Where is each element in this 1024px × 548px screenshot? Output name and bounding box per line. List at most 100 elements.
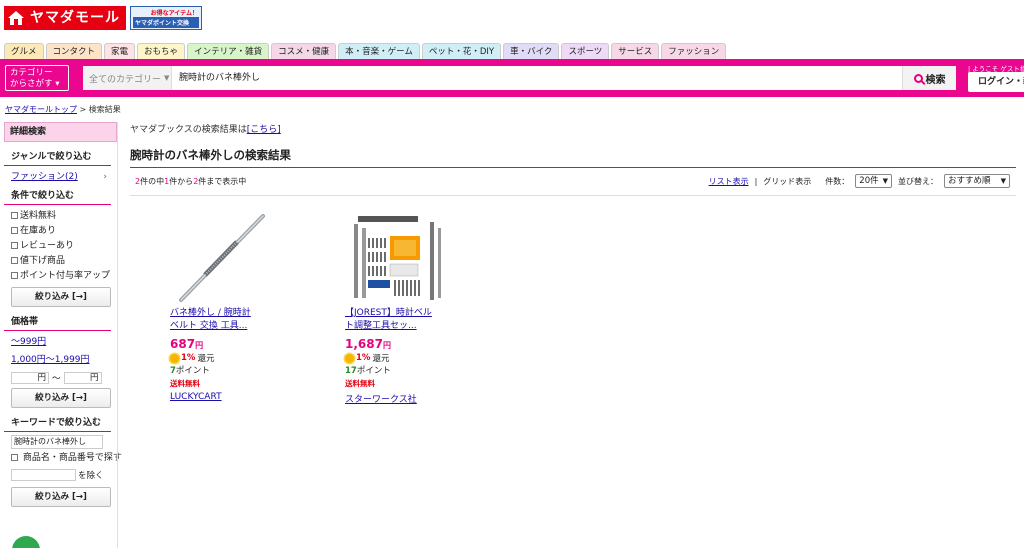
- count-text: 件の中: [140, 177, 165, 186]
- cashback-pct: 1%: [356, 353, 371, 363]
- grid-view-label[interactable]: グリッド表示: [763, 176, 811, 187]
- exclude-label: を除く: [78, 471, 104, 481]
- per-page-select[interactable]: 20件 ▼: [855, 174, 892, 188]
- site-logo[interactable]: ヤマダモール: [4, 6, 126, 30]
- chevron-down-icon: ▼: [882, 177, 888, 185]
- category-tab[interactable]: サービス: [611, 43, 660, 59]
- product-title-link[interactable]: 【JOREST】時計ベルト調整工具セッ...: [345, 307, 437, 333]
- price-tilde: ～: [52, 373, 61, 384]
- condition-label: レビューあり: [20, 241, 75, 251]
- login-button[interactable]: ログイン・新: [968, 72, 1024, 92]
- product-image-watch-tool-set[interactable]: [350, 214, 446, 304]
- checkbox[interactable]: [11, 242, 18, 249]
- sort-value: おすすめ順: [948, 176, 991, 186]
- search-button[interactable]: 検索: [902, 66, 956, 90]
- product-card[interactable]: 【JOREST】時計ベルト調整工具セッ... 1,687円 1% 還元 17ポイン…: [345, 214, 475, 405]
- shop-link[interactable]: スターワークス社: [345, 392, 475, 405]
- condition-option[interactable]: ポイント付与率アップ: [4, 269, 117, 284]
- category-select[interactable]: 全てのカテゴリー ▼: [83, 66, 172, 90]
- cashback-row: 1% 還元: [345, 352, 475, 364]
- price-max-input[interactable]: 円: [63, 371, 102, 384]
- chat-bubble-icon[interactable]: [12, 536, 40, 548]
- detail-search-header: 詳細検索: [4, 122, 117, 142]
- sort-select[interactable]: おすすめ順 ▼: [944, 174, 1010, 188]
- books-note: ヤマダブックスの検索結果は[こちら]: [130, 120, 1016, 140]
- points-label: ポイント: [175, 366, 210, 376]
- shop-link[interactable]: LUCKYCART: [170, 392, 300, 402]
- logo-text: ヤマダモール: [28, 6, 126, 30]
- price-value: 1,687: [345, 337, 383, 351]
- product-title-link[interactable]: バネ棒外し / 腕時計 ベルト 交換 工具...: [170, 307, 262, 333]
- category-tab[interactable]: インテリア・雑貨: [187, 43, 270, 59]
- price-range-link[interactable]: 1,000円～1,999円: [4, 353, 117, 368]
- chevron-down-icon: ▼: [1000, 177, 1006, 185]
- genre-section-title: ジャンルで絞り込む: [4, 148, 111, 166]
- genre-item-fashion[interactable]: ファッション(2) ›: [4, 170, 117, 185]
- point-exchange-banner[interactable]: お得なアイテム！ ヤマダポイント交換: [130, 6, 202, 30]
- category-tab[interactable]: スポーツ: [561, 43, 610, 59]
- category-tab[interactable]: コンタクト: [45, 43, 103, 59]
- house-logo-icon: [4, 6, 28, 30]
- category-tab[interactable]: おもちゃ: [137, 43, 186, 59]
- promo-line2: ヤマダポイント交換: [133, 17, 199, 28]
- price-min-input[interactable]: 円: [11, 371, 49, 384]
- checkbox[interactable]: [11, 212, 18, 219]
- checkbox[interactable]: [11, 257, 18, 264]
- per-page-label: 件数：: [825, 176, 850, 186]
- points-row: 17ポイント: [345, 364, 475, 376]
- category-tab[interactable]: グルメ: [4, 43, 44, 59]
- free-shipping-badge: 送料無料: [345, 379, 375, 388]
- search-bar: カテゴリー からさがす ▾ 全てのカテゴリー ▼ 腕時計のバネ棒外し 検索 | …: [0, 59, 1024, 97]
- list-view-link[interactable]: リスト表示: [709, 176, 749, 187]
- price-range-link[interactable]: ～999円: [4, 335, 117, 350]
- condition-label: ポイント付与率アップ: [20, 271, 111, 281]
- keyword-option-row[interactable]: 商品名・商品番号で探す: [4, 451, 122, 466]
- category-tab[interactable]: コスメ・健康: [271, 43, 337, 59]
- keyword-input[interactable]: 腕時計のバネ棒外し: [11, 435, 103, 449]
- count-text: 件まで表示中: [198, 177, 247, 186]
- price-section-title: 価格帯: [4, 313, 111, 331]
- category-browse-button[interactable]: カテゴリー からさがす ▾: [5, 65, 69, 91]
- point-sun-icon: [345, 353, 354, 363]
- books-link[interactable]: [こちら]: [247, 125, 281, 135]
- promo-line1: お得なアイテム！: [150, 10, 198, 17]
- checkbox[interactable]: [11, 454, 18, 461]
- refine-button-price[interactable]: 絞り込み [→]: [11, 388, 111, 408]
- refine-button-conditions[interactable]: 絞り込み [→]: [11, 287, 111, 307]
- search-input[interactable]: 腕時計のバネ棒外し: [172, 66, 903, 90]
- sidebar: 詳細検索 ジャンルで絞り込む ファッション(2) › 条件で絞り込む 送料無料在…: [4, 122, 122, 507]
- condition-option[interactable]: レビューあり: [4, 239, 117, 254]
- breadcrumb: ヤマダモールトップ > 検索結果: [5, 104, 121, 115]
- category-tab[interactable]: 車・バイク: [503, 43, 560, 59]
- point-sun-icon: [170, 353, 179, 363]
- category-tab[interactable]: 本・音楽・ゲーム: [338, 43, 420, 59]
- category-tab[interactable]: ファッション: [661, 43, 727, 59]
- price-range-list: ～999円 1,000円～1,999円: [4, 335, 117, 368]
- product-image-spring-bar-tool[interactable]: [175, 214, 271, 304]
- points-label: ポイント: [356, 366, 391, 376]
- condition-label: 在庫あり: [20, 226, 57, 236]
- view-separator: |: [754, 176, 758, 186]
- checkbox[interactable]: [11, 272, 18, 279]
- category-tab[interactable]: ペット・花・DIY: [421, 43, 502, 59]
- checkbox[interactable]: [11, 227, 18, 234]
- refine-button-keyword[interactable]: 絞り込み [→]: [11, 487, 111, 507]
- exclude-keyword-input[interactable]: [11, 469, 76, 481]
- category-tab[interactable]: 家電: [104, 43, 136, 59]
- breadcrumb-home-link[interactable]: ヤマダモールトップ: [5, 105, 77, 114]
- condition-section-title: 条件で絞り込む: [4, 187, 111, 205]
- breadcrumb-current: 検索結果: [88, 105, 121, 114]
- product-card[interactable]: バネ棒外し / 腕時計 ベルト 交換 工具... 687円 1% 還元 7ポイント…: [170, 214, 300, 402]
- keyword-section-title: キーワードで絞り込む: [4, 414, 111, 432]
- result-toolbar: 2件の中1件から2件まで表示中 リスト表示 | グリッド表示 件数： 20件 ▼ …: [130, 168, 1016, 196]
- condition-option[interactable]: 送料無料: [4, 209, 117, 224]
- condition-option[interactable]: 値下げ商品: [4, 254, 117, 269]
- price-value: 687: [170, 337, 196, 351]
- points-value: 17: [345, 366, 357, 376]
- keyword-option-label: 商品名・商品番号で探す: [22, 453, 122, 463]
- points-row: 7ポイント: [170, 364, 300, 376]
- search-button-label: 検索: [925, 74, 946, 86]
- condition-option[interactable]: 在庫あり: [4, 224, 117, 239]
- category-tabs: グルメ コンタクト 家電 おもちゃ インテリア・雑貨 コスメ・健康 本・音楽・ゲーム ペット・…: [4, 43, 727, 59]
- category-browse-line1: カテゴリー: [10, 68, 53, 78]
